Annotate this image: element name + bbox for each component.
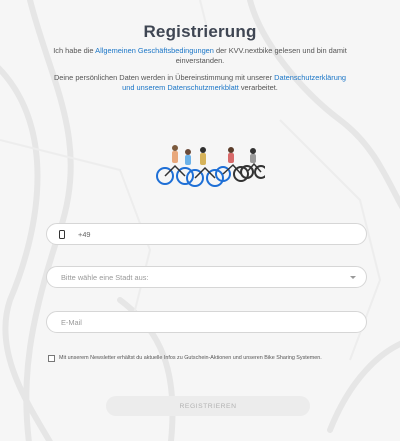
terms-consent-text: Ich habe die Allgemeinen Geschäftsbeding… (53, 46, 347, 65)
phone-field[interactable] (46, 223, 367, 245)
email-input[interactable] (61, 317, 366, 327)
city-select-placeholder: Bitte wähle eine Stadt aus: (61, 272, 149, 282)
registration-panel: Registrierung Ich habe die Allgemeinen G… (0, 0, 400, 441)
privacy-notice-text: Deine persönlichen Daten werden in Übere… (53, 73, 347, 92)
terms-link[interactable]: Allgemeinen Geschäftsbedingungen (95, 46, 214, 55)
newsletter-option: Mit unserem Newsletter erhältst du aktue… (48, 354, 368, 362)
newsletter-label[interactable]: Mit unserem Newsletter erhältst du aktue… (59, 354, 322, 362)
email-field[interactable] (46, 311, 367, 333)
city-select[interactable]: Bitte wähle eine Stadt aus: (46, 266, 367, 288)
phone-input[interactable] (78, 229, 366, 239)
cyclists-illustration (156, 145, 265, 187)
page-title: Registrierung (143, 22, 257, 41)
chevron-down-icon[interactable] (350, 275, 356, 279)
register-button[interactable]: REGISTRIEREN (106, 396, 310, 416)
phone-icon (59, 229, 65, 239)
newsletter-checkbox[interactable] (48, 355, 55, 362)
